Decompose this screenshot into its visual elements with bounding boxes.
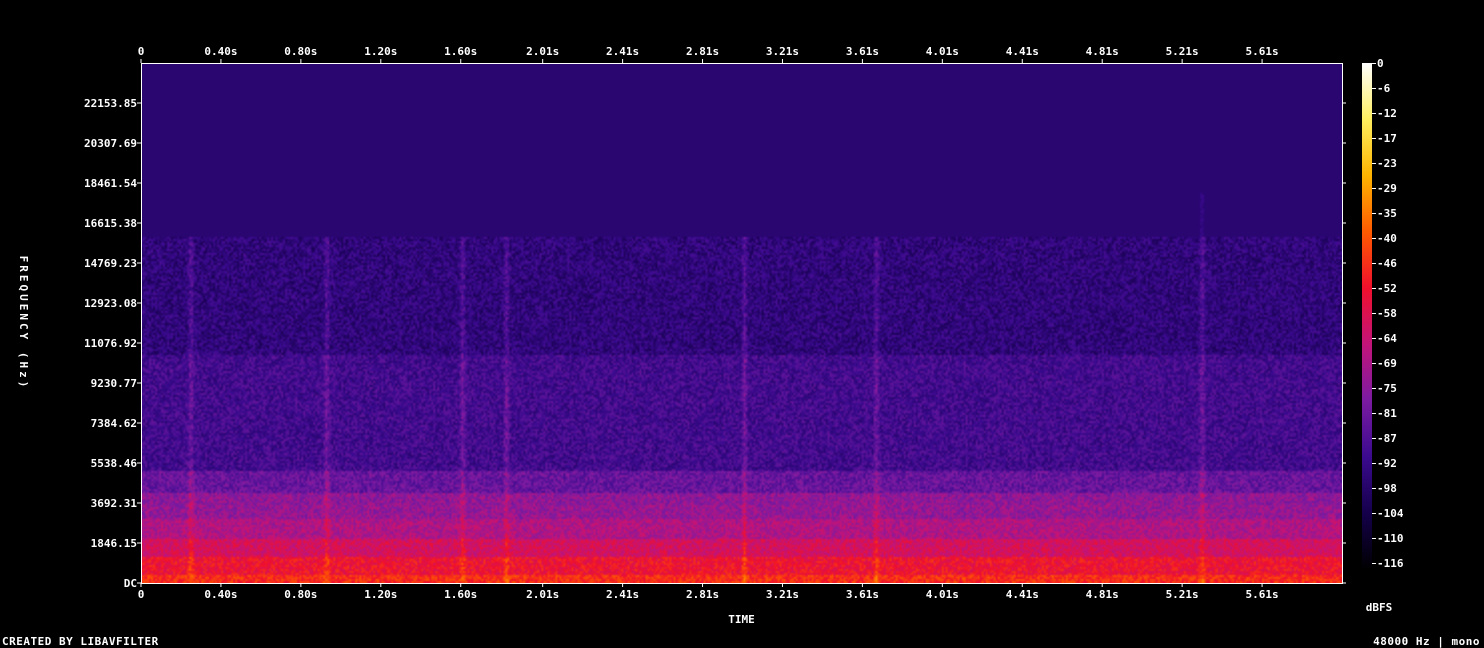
colorbar-gradient	[1362, 63, 1372, 570]
colorbar-tick-label: 0	[1377, 57, 1384, 70]
y-tick-label: 5538.46	[91, 457, 138, 470]
sample-rate-info: 48000 Hz | mono	[1373, 635, 1480, 648]
colorbar-tick-label: -92	[1377, 457, 1397, 470]
colorbar-tick-label: -81	[1377, 407, 1397, 420]
x-bottom-tick-label: 3.61s	[846, 588, 879, 601]
x-top-tick-label: 1.60s	[444, 45, 477, 58]
y-axis-title: FREQUENCY (Hz)	[17, 256, 30, 391]
y-tick-label: 11076.92	[84, 337, 137, 350]
x-bottom-tick-label: 5.61s	[1246, 588, 1279, 601]
x-bottom-tick-label: 2.41s	[606, 588, 639, 601]
colorbar-tick-label: -104	[1377, 507, 1404, 520]
colorbar-tick-label: -75	[1377, 382, 1397, 395]
colorbar-tick-label: -29	[1377, 182, 1397, 195]
colorbar-tick-label: -87	[1377, 432, 1397, 445]
x-bottom-tick-label: 0.40s	[204, 588, 237, 601]
colorbar-tick-label: -52	[1377, 282, 1397, 295]
colorbar-tick-label: -35	[1377, 207, 1397, 220]
x-bottom-tick-label: 2.01s	[526, 588, 559, 601]
x-top-tick-label: 2.41s	[606, 45, 639, 58]
colorbar-tick-label: -69	[1377, 357, 1397, 370]
colorbar-tick-label: -58	[1377, 307, 1397, 320]
plot-group	[141, 63, 1343, 584]
x-bottom-tick-label: 3.21s	[766, 588, 799, 601]
spectrogram-chart: 0 0.40s 0.80s 1.20s 1.60s 2.01s 2.41s 2.81s 3.21…	[17, 45, 1404, 626]
colorbar-tick-label: -17	[1377, 132, 1397, 145]
spectrogram-image	[141, 63, 1342, 583]
colorbar-tick-label: -46	[1377, 257, 1397, 270]
colorbar-tick-label: -40	[1377, 232, 1397, 245]
x-top-tick-label: 5.21s	[1166, 45, 1199, 58]
colorbar-tick-label: -23	[1377, 157, 1397, 170]
x-bottom-tick-label: 4.41s	[1006, 588, 1039, 601]
x-bottom-tick-label: 5.21s	[1166, 588, 1199, 601]
x-top-tick-label: 2.81s	[686, 45, 719, 58]
x-top-tick-label: 3.61s	[846, 45, 879, 58]
x-top-tick-label: 4.81s	[1086, 45, 1119, 58]
colorbar-tick-label: -110	[1377, 532, 1404, 545]
y-tick-label: 7384.62	[91, 417, 137, 430]
x-bottom-tick-label: 1.60s	[444, 588, 477, 601]
x-top-tick-label: 4.41s	[1006, 45, 1039, 58]
colorbar: 0 -6 -12 -17 -23 -29 -35 -40 -46 -52 -58 -64 -69 -75 -…	[1362, 57, 1404, 570]
x-bottom-tick-label: 2.81s	[686, 588, 719, 601]
x-top-tick-label: 3.21s	[766, 45, 799, 58]
y-tick-label: 20307.69	[84, 137, 137, 150]
colorbar-tick-label: -64	[1377, 332, 1397, 345]
colorbar-tick-label: -6	[1377, 82, 1391, 95]
x-top-tick-label: 0.40s	[204, 45, 237, 58]
colorbar-tick-label: -98	[1377, 482, 1397, 495]
x-bottom-tick-label: 4.81s	[1086, 588, 1119, 601]
x-top-tick-label: 1.20s	[364, 45, 397, 58]
x-top-tick-label: 4.01s	[926, 45, 959, 58]
x-top-tick-label: 2.01s	[526, 45, 559, 58]
x-top-tick-label: 0	[138, 45, 145, 58]
x-bottom-tick-label: 0.80s	[284, 588, 317, 601]
colorbar-tick-label: -12	[1377, 107, 1397, 120]
y-tick-label: 12923.08	[84, 297, 137, 310]
x-bottom-tick-label: 1.20s	[364, 588, 397, 601]
y-tick-label: 14769.23	[84, 257, 137, 270]
x-top-tick-label: 5.61s	[1246, 45, 1279, 58]
y-tick-label: 1846.15	[91, 537, 137, 550]
x-axis-top: 0 0.40s 0.80s 1.20s 1.60s 2.01s 2.41s 2.81s 3.21…	[138, 45, 1279, 63]
y-tick-label: 3692.31	[91, 497, 138, 510]
x-axis-title: TIME	[728, 613, 755, 626]
y-tick-label: 18461.54	[84, 177, 137, 190]
y-tick-label: 22153.85	[84, 97, 137, 110]
x-bottom-tick-label: 0	[138, 588, 145, 601]
x-axis-bottom: 0 0.40s 0.80s 1.20s 1.60s 2.01s 2.41s 2.81s 3.21…	[138, 583, 1279, 601]
credit-text: CREATED BY LIBAVFILTER	[2, 635, 159, 648]
colorbar-title: dBFS	[1366, 601, 1393, 614]
y-tick-label: 16615.38	[84, 217, 137, 230]
x-bottom-tick-label: 4.01s	[926, 588, 959, 601]
y-tick-label: DC	[124, 577, 137, 590]
colorbar-tick-label: -116	[1377, 557, 1404, 570]
y-tick-label: 9230.77	[91, 377, 137, 390]
x-top-tick-label: 0.80s	[284, 45, 317, 58]
